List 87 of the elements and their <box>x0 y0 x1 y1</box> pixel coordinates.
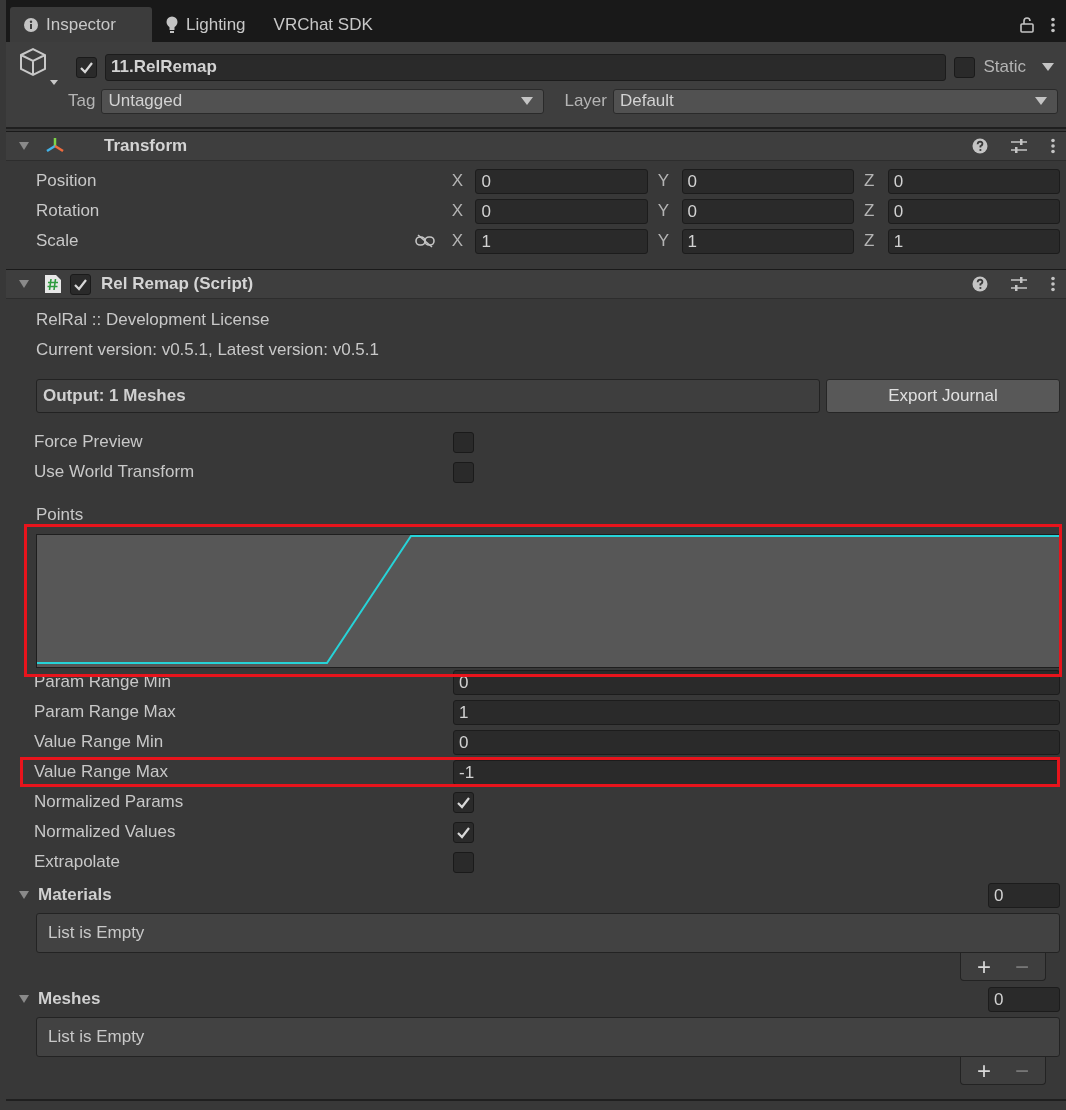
checkbox[interactable] <box>453 791 474 813</box>
axis-label: Z <box>863 171 876 191</box>
number-field[interactable]: 1 <box>887 228 1060 254</box>
empty-list-message: List is Empty <box>36 1017 1060 1057</box>
layer-label: Layer <box>564 91 607 111</box>
checkmark-icon <box>456 795 471 809</box>
field-label: Value Range Max <box>34 762 169 782</box>
tag-label: Tag <box>68 91 96 111</box>
more-options-icon[interactable] <box>1050 276 1056 292</box>
number-field[interactable]: 0 <box>475 198 648 224</box>
output-field: Output: 1 Meshes <box>36 379 820 413</box>
checkmark-icon <box>73 277 88 291</box>
add-button[interactable]: + <box>967 953 1001 980</box>
number-field[interactable]: 0 <box>681 168 854 194</box>
field-label: Param Range Max <box>34 702 177 722</box>
axis-label: X <box>451 201 465 221</box>
checkbox[interactable] <box>453 461 474 483</box>
axis-label: Z <box>863 231 876 251</box>
field-label: Position <box>36 171 98 191</box>
field-label: Rotation <box>36 201 101 221</box>
axis-label: Y <box>657 171 671 191</box>
tab[interactable]: VRChat SDK <box>259 7 387 42</box>
info-icon <box>24 17 38 32</box>
info-text: Current version: v0.5.1, Latest version: v0.5.1 <box>36 340 379 359</box>
more-options-icon[interactable] <box>1050 138 1056 154</box>
help-icon[interactable] <box>972 276 988 292</box>
sliders-icon[interactable] <box>1010 276 1028 292</box>
foldout-arrow-icon[interactable] <box>18 140 30 152</box>
unlinked-chain-icon[interactable] <box>415 234 436 248</box>
number-field[interactable]: -1 <box>453 759 1060 785</box>
field-label: Value Range Min <box>34 732 165 752</box>
tag-dropdown[interactable]: Untagged <box>101 88 545 114</box>
field-label: Scale <box>36 231 80 251</box>
static-label: Static <box>983 57 1026 77</box>
foldout-arrow-icon[interactable] <box>18 278 30 290</box>
checkmark-icon <box>79 60 94 74</box>
tab[interactable]: Lighting <box>152 7 260 42</box>
number-field[interactable]: 1 <box>453 699 1060 725</box>
light-bulb-icon <box>166 16 178 33</box>
info-text: RelRal :: Development License <box>36 310 270 329</box>
add-button[interactable]: + <box>967 1057 1001 1084</box>
tab[interactable]: Inspector <box>10 7 152 42</box>
count-field[interactable]: 0 <box>988 882 1060 908</box>
lock-icon[interactable] <box>1020 16 1034 33</box>
foldout-arrow-icon[interactable] <box>18 889 30 901</box>
field-label: Points <box>36 505 84 524</box>
number-field[interactable]: 0 <box>475 168 648 194</box>
number-field[interactable]: 0 <box>681 198 854 224</box>
dropdown-arrow-icon <box>521 97 534 105</box>
number-field[interactable]: 0 <box>887 168 1060 194</box>
checkbox[interactable] <box>954 56 976 78</box>
number-field[interactable]: 0 <box>453 729 1060 755</box>
more-options-icon[interactable] <box>1050 16 1056 33</box>
checkbox[interactable] <box>453 821 474 843</box>
panel-title: Transform <box>104 136 188 156</box>
axis-label: X <box>451 231 465 251</box>
list-title: Meshes <box>38 989 101 1009</box>
axis-label: Z <box>863 201 876 221</box>
checkbox[interactable] <box>453 431 474 453</box>
layer-dropdown[interactable]: Default <box>612 88 1058 114</box>
dropdown-arrow-icon[interactable] <box>1042 63 1054 71</box>
axis-label: X <box>451 171 465 191</box>
checkmark-icon <box>456 825 471 839</box>
dropdown-arrow-icon <box>1035 97 1047 105</box>
checkbox[interactable] <box>453 851 474 873</box>
name-field[interactable]: 11.RelRemap <box>105 53 947 81</box>
field-label: Normalized Params <box>34 792 185 812</box>
sliders-icon[interactable] <box>1010 138 1028 154</box>
empty-list-message: List is Empty <box>36 913 1060 953</box>
number-field[interactable]: 1 <box>475 228 648 254</box>
foldout-arrow-icon[interactable] <box>18 993 30 1005</box>
count-field[interactable]: 0 <box>988 986 1060 1012</box>
script-icon <box>44 274 62 294</box>
export-button[interactable]: Export Journal <box>826 379 1060 413</box>
panel-title: Rel Remap (Script) <box>101 274 254 294</box>
checkbox[interactable] <box>70 273 91 295</box>
number-field[interactable]: 1 <box>681 228 854 254</box>
field-label: Extrapolate <box>34 852 121 872</box>
field-label: Use World Transform <box>34 462 196 482</box>
axis-label: Y <box>657 201 671 221</box>
list-title: Materials <box>38 885 112 905</box>
checkbox[interactable] <box>76 56 97 78</box>
axis-label: Y <box>657 231 671 251</box>
field-label: Normalized Values <box>34 822 177 842</box>
field-label: Force Preview <box>34 432 144 452</box>
number-field[interactable]: 0 <box>887 198 1060 224</box>
help-icon[interactable] <box>972 138 988 154</box>
